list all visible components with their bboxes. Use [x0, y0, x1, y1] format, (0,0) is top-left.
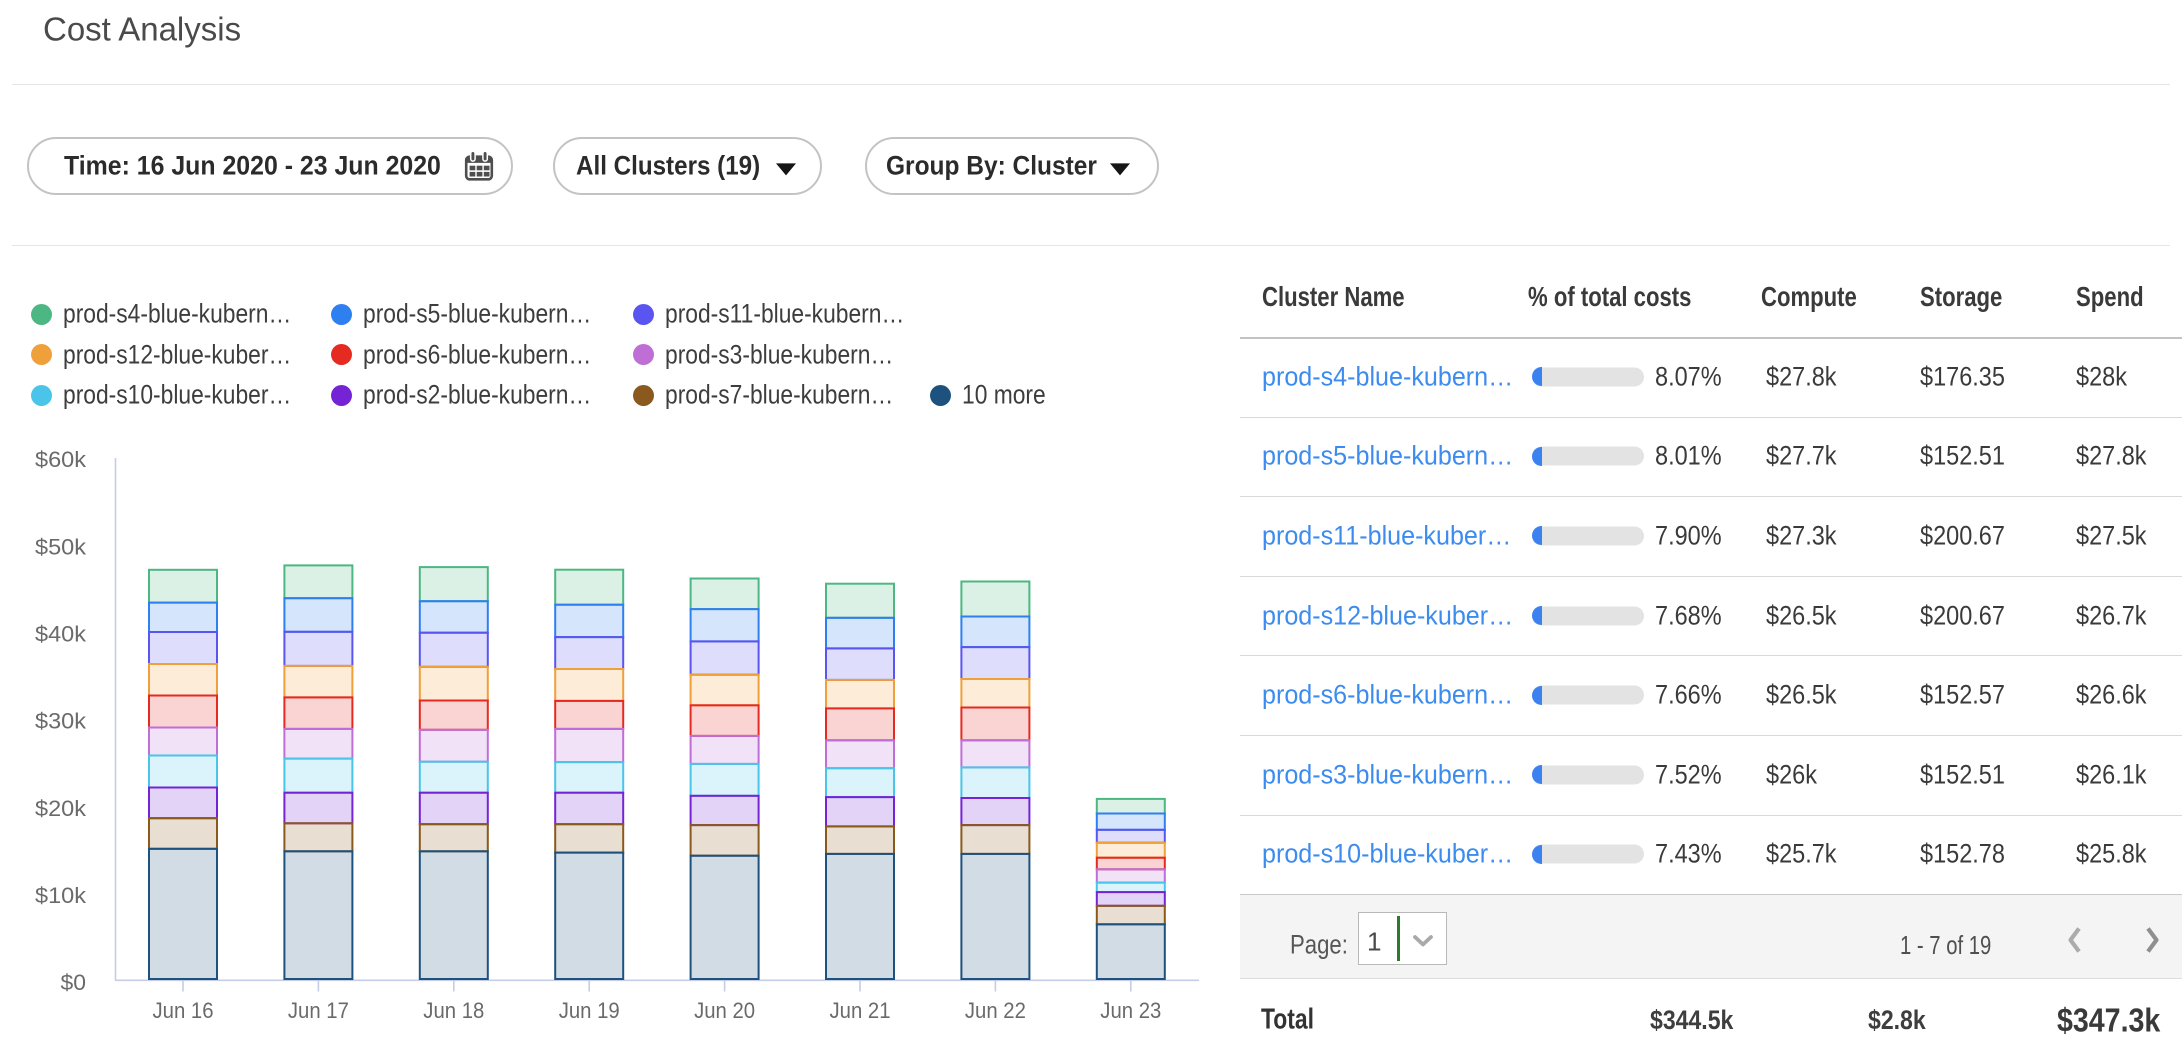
- svg-text:Jun 23: Jun 23: [1100, 998, 1161, 1023]
- svg-text:Jun 18: Jun 18: [423, 998, 484, 1023]
- svg-text:Jun 17: Jun 17: [288, 998, 349, 1023]
- svg-text:$40k: $40k: [35, 622, 87, 647]
- svg-text:Jun 21: Jun 21: [830, 998, 891, 1023]
- svg-text:Jun 19: Jun 19: [559, 998, 620, 1023]
- svg-text:Jun 16: Jun 16: [153, 998, 214, 1023]
- svg-text:$0: $0: [61, 970, 87, 995]
- svg-text:Jun 20: Jun 20: [694, 998, 755, 1023]
- svg-text:$60k: $60k: [35, 447, 87, 472]
- svg-text:$20k: $20k: [35, 796, 87, 821]
- svg-text:$50k: $50k: [35, 534, 87, 559]
- svg-text:$30k: $30k: [35, 709, 87, 734]
- svg-text:Jun 22: Jun 22: [965, 998, 1026, 1023]
- svg-text:$10k: $10k: [35, 883, 87, 908]
